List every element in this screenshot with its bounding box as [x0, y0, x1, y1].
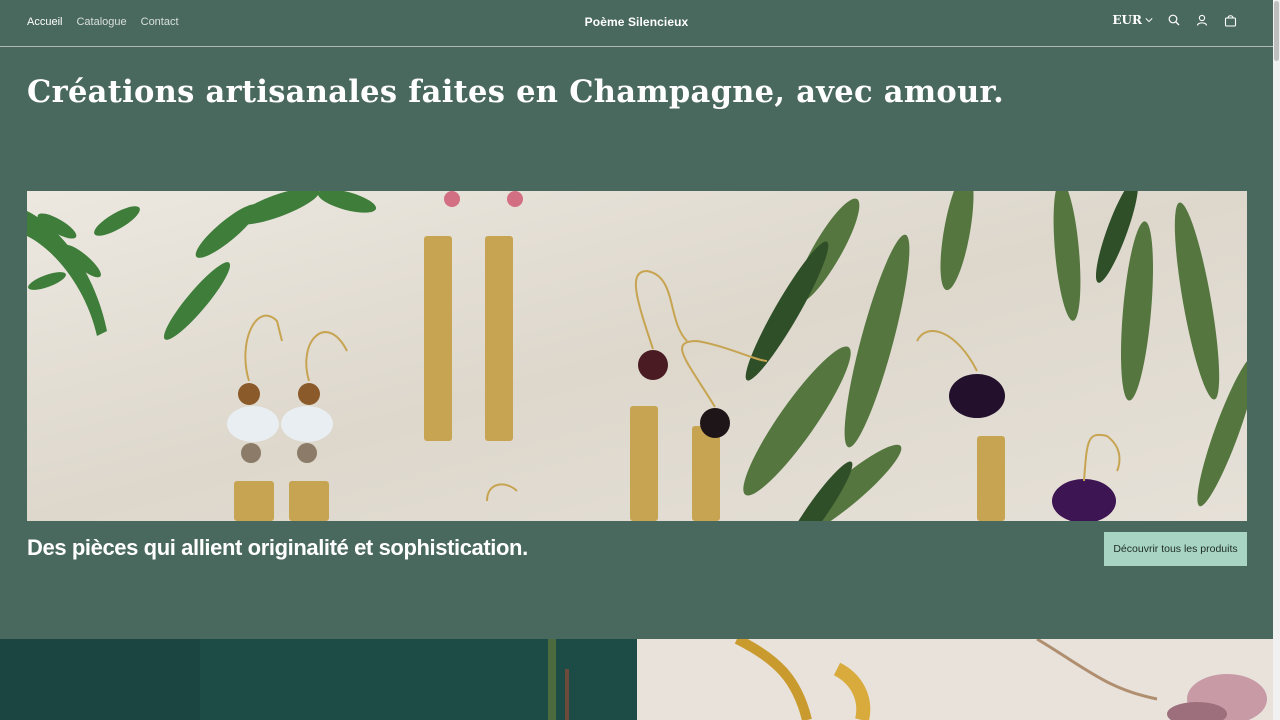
featured-image-left[interactable]: [0, 639, 637, 720]
search-icon[interactable]: [1167, 13, 1181, 27]
featured-image-right[interactable]: [637, 639, 1273, 720]
discover-products-button[interactable]: Découvrir tous les produits: [1104, 532, 1247, 566]
hero-image: [27, 191, 1247, 521]
hero-title: Créations artisanales faites en Champagn…: [27, 74, 1005, 110]
cart-icon[interactable]: [1223, 13, 1237, 27]
brand-logo[interactable]: Poème Silencieux: [0, 15, 1273, 29]
currency-selector[interactable]: EUR: [1112, 13, 1153, 27]
chevron-down-icon: [1145, 18, 1153, 23]
currency-label: EUR: [1112, 13, 1142, 27]
site-header: Accueil Catalogue Contact Poème Silencie…: [0, 0, 1273, 47]
account-icon[interactable]: [1195, 13, 1209, 27]
page-scrollbar[interactable]: [1273, 0, 1280, 720]
hero-subtitle: Des pièces qui allient originalité et so…: [27, 535, 528, 560]
header-tools: EUR: [1112, 13, 1237, 27]
scrollbar-thumb[interactable]: [1274, 1, 1279, 61]
